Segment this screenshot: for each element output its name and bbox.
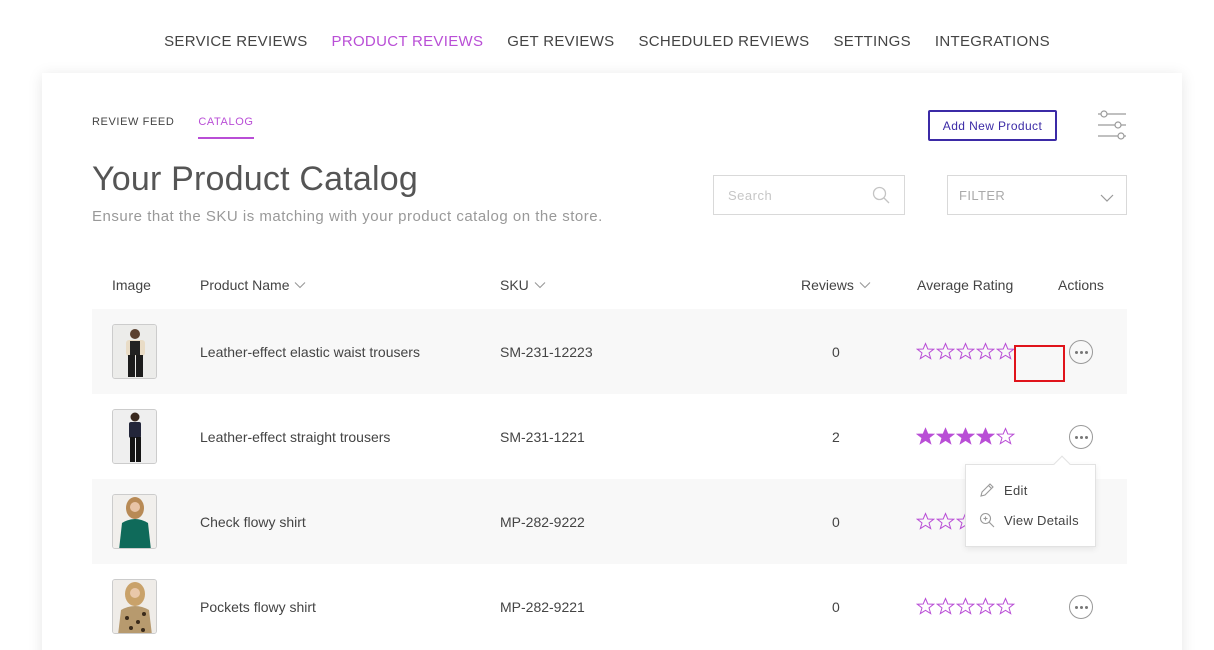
review-count: 0	[832, 513, 840, 530]
search-box	[713, 175, 905, 215]
menu-item-view-details[interactable]: View Details	[979, 512, 1079, 528]
nav-service-reviews[interactable]: SERVICE REVIEWS	[152, 33, 319, 50]
product-thumbnail	[112, 324, 157, 379]
header-sku[interactable]: SKU	[500, 277, 546, 293]
product-thumbnail	[112, 579, 157, 634]
menu-item-edit[interactable]: Edit	[979, 482, 1028, 498]
nav-settings[interactable]: SETTINGS	[821, 33, 922, 50]
search-icon[interactable]	[872, 186, 890, 204]
filter-select[interactable]: FILTER	[947, 175, 1127, 215]
header-reviews-label: Reviews	[801, 277, 854, 293]
review-count: 2	[832, 428, 840, 445]
star-empty-icon	[916, 597, 935, 615]
nav-product-reviews[interactable]: PRODUCT REVIEWS	[320, 33, 496, 50]
product-name: Check flowy shirt	[200, 513, 306, 530]
nav-get-reviews[interactable]: GET REVIEWS	[495, 33, 626, 50]
star-empty-icon	[916, 512, 935, 530]
review-count: 0	[832, 598, 840, 615]
product-name: Leather-effect elastic waist trousers	[200, 343, 420, 360]
header-product-name-label: Product Name	[200, 277, 290, 293]
menu-item-view-details-label: View Details	[1004, 512, 1079, 528]
page-title: Your Product Catalog	[92, 160, 418, 198]
pencil-icon	[980, 483, 994, 497]
table-row[interactable]: Leather-effect elastic waist trousers SM…	[92, 309, 1127, 394]
star-filled-icon	[976, 427, 995, 445]
search-input[interactable]	[714, 187, 864, 203]
header-actions: Actions	[1058, 277, 1104, 293]
actions-dropdown: Edit View Details	[965, 455, 1096, 547]
product-sku: MP-282-9222	[500, 513, 585, 530]
product-thumbnail	[112, 494, 157, 549]
star-filled-icon	[956, 427, 975, 445]
actions-more-button[interactable]	[1069, 595, 1093, 619]
star-empty-icon	[956, 597, 975, 615]
star-empty-icon	[936, 512, 955, 530]
header-average-rating: Average Rating	[917, 277, 1014, 293]
chevron-down-icon	[534, 282, 546, 289]
chevron-down-icon	[859, 282, 871, 289]
catalog-card: REVIEW FEED CATALOG Add New Product Your…	[42, 73, 1182, 650]
product-name: Pockets flowy shirt	[200, 598, 316, 615]
header-product-name[interactable]: Product Name	[200, 277, 306, 293]
star-empty-icon	[936, 597, 955, 615]
star-empty-icon	[996, 597, 1015, 615]
product-thumbnail	[112, 409, 157, 464]
star-empty-icon	[996, 342, 1015, 360]
nav-integrations[interactable]: INTEGRATIONS	[923, 33, 1062, 50]
tab-review-feed[interactable]: REVIEW FEED	[92, 116, 174, 139]
top-nav: SERVICE REVIEWS PRODUCT REVIEWS GET REVI…	[0, 0, 1214, 80]
page-subtitle: Ensure that the SKU is matching with you…	[92, 208, 603, 225]
nav-scheduled-reviews[interactable]: SCHEDULED REVIEWS	[627, 33, 822, 50]
tab-catalog[interactable]: CATALOG	[198, 116, 254, 139]
star-empty-icon	[976, 597, 995, 615]
header-image: Image	[112, 277, 151, 293]
add-new-product-button[interactable]: Add New Product	[928, 110, 1057, 141]
actions-more-button[interactable]	[1069, 425, 1093, 449]
header-sku-label: SKU	[500, 277, 529, 293]
header-reviews[interactable]: Reviews	[801, 277, 871, 293]
table-header: Image Product Name SKU Reviews Average R…	[92, 277, 1127, 301]
sliders-icon[interactable]	[1096, 109, 1128, 141]
star-empty-icon	[976, 342, 995, 360]
review-count: 0	[832, 343, 840, 360]
rating-stars	[916, 564, 1015, 649]
filter-label: FILTER	[959, 187, 1006, 203]
star-empty-icon	[956, 342, 975, 360]
highlight-box	[1014, 345, 1065, 382]
sub-tabs: REVIEW FEED CATALOG	[92, 116, 254, 139]
star-empty-icon	[936, 342, 955, 360]
star-empty-icon	[916, 342, 935, 360]
product-sku: MP-282-9221	[500, 598, 585, 615]
product-sku: SM-231-1221	[500, 428, 585, 445]
chevron-down-icon	[1100, 190, 1114, 202]
rating-stars	[916, 309, 1015, 394]
star-filled-icon	[936, 427, 955, 445]
star-empty-icon	[996, 427, 1015, 445]
product-sku: SM-231-12223	[500, 343, 593, 360]
menu-item-edit-label: Edit	[1004, 482, 1028, 498]
star-filled-icon	[916, 427, 935, 445]
chevron-down-icon	[295, 282, 306, 289]
table-row[interactable]: Pockets flowy shirt MP-282-9221 0	[92, 564, 1127, 649]
zoom-icon	[979, 512, 995, 528]
actions-more-button[interactable]	[1069, 340, 1093, 364]
product-name: Leather-effect straight trousers	[200, 428, 391, 445]
